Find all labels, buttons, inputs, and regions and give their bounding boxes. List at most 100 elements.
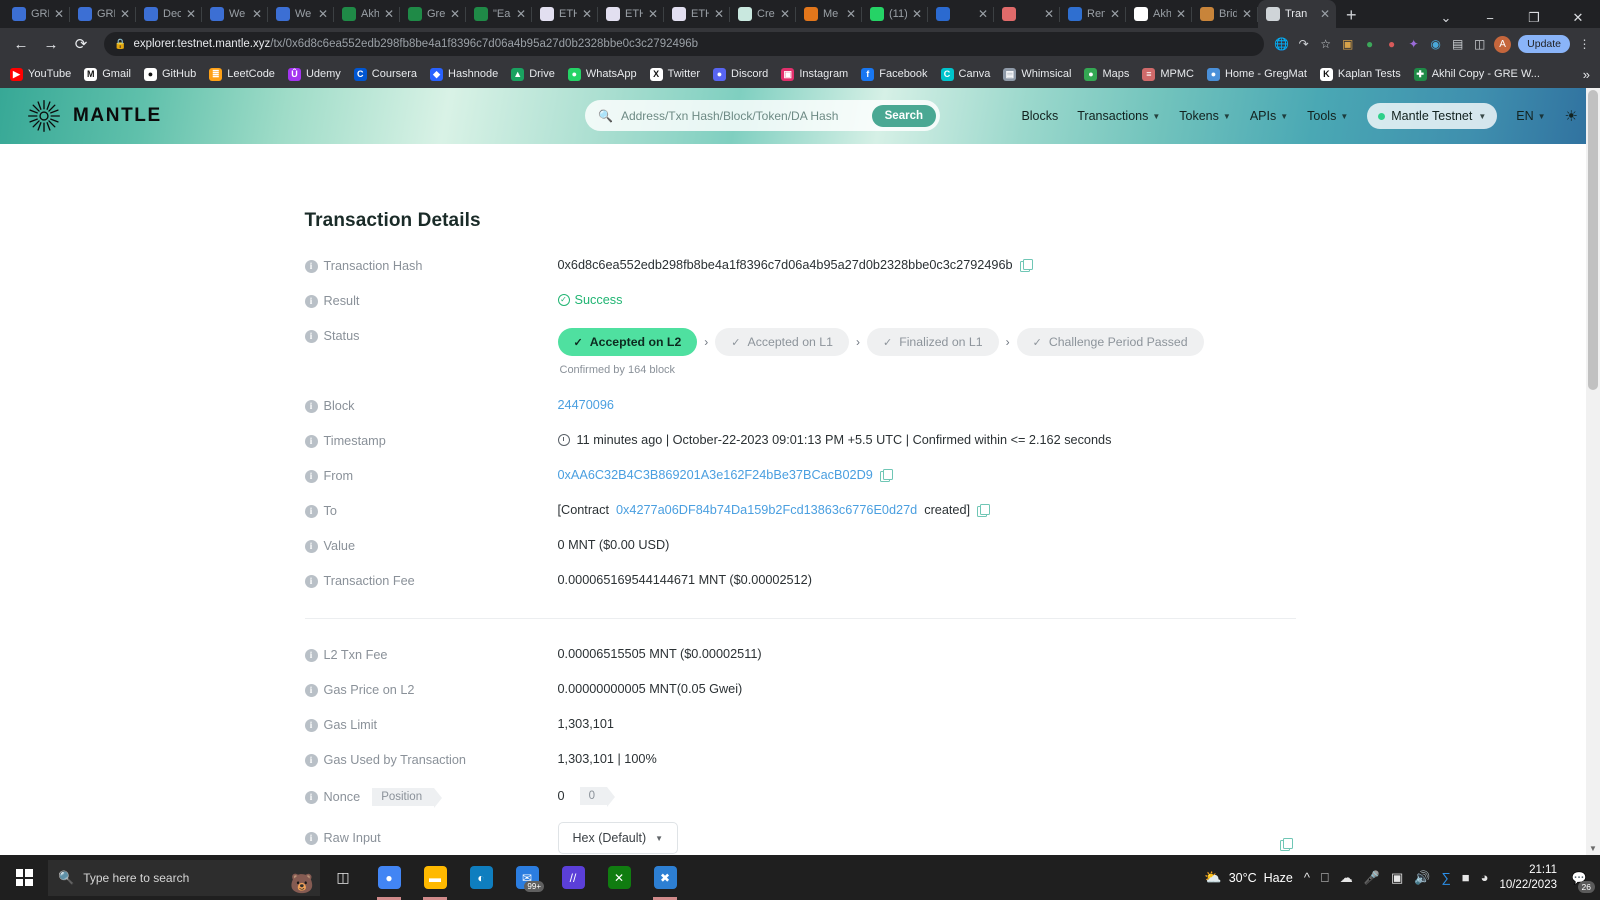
mail-icon[interactable]: ✉ 99+ — [504, 855, 550, 900]
chevron-up-icon[interactable]: ^ — [1304, 870, 1310, 885]
tab-close-icon[interactable]: ✕ — [582, 8, 592, 20]
bookmark-item[interactable]: X Twitter — [649, 67, 700, 81]
taskbar-clock[interactable]: 21:11 10/22/2023 — [1499, 863, 1557, 893]
sidebar-icon[interactable]: ◫ — [1472, 37, 1487, 52]
info-icon[interactable]: i — [304, 469, 318, 483]
language-selector[interactable]: EN ▼ — [1516, 109, 1545, 123]
info-icon[interactable]: i — [304, 683, 318, 697]
weather-widget[interactable]: ⛅ 30°C Haze — [1204, 869, 1293, 886]
info-icon[interactable]: i — [304, 574, 318, 588]
page-scroll-down-arrow[interactable]: ▼ — [1589, 844, 1597, 853]
network-selector[interactable]: Mantle Testnet ▼ — [1367, 103, 1498, 129]
metamask-icon[interactable]: ● — [1384, 37, 1399, 52]
microphone-icon[interactable]: 🎤 — [1364, 870, 1380, 886]
page-scrollbar[interactable]: ▼ — [1586, 88, 1600, 855]
search-button[interactable]: Search — [871, 104, 936, 127]
tab-close-icon[interactable]: ✕ — [846, 8, 856, 20]
tab-close-icon[interactable]: ✕ — [186, 8, 196, 20]
address-bar[interactable]: 🔒 explorer.testnet.mantle.xyz/tx/0x6d8c6… — [104, 32, 1265, 56]
start-button[interactable] — [0, 869, 48, 886]
from-address-link[interactable]: 0xAA6C32B4C3B869201A3e162F24bBe37BCacB02… — [558, 468, 873, 482]
vs-icon[interactable]: // — [550, 855, 596, 900]
browser-tab[interactable]: Tran ✕ — [1258, 0, 1336, 28]
back-button[interactable]: ← — [8, 36, 34, 53]
battery-icon[interactable]: ■ — [1462, 870, 1470, 885]
bookmark-item[interactable]: f Facebook — [861, 67, 928, 81]
taskbar-search-input[interactable]: Type here to search — [83, 871, 189, 885]
bookmark-item[interactable]: ◆ Hashnode — [430, 67, 498, 81]
reload-button[interactable]: ⟳ — [68, 35, 94, 53]
window-close-button[interactable]: ✕ — [1556, 10, 1600, 26]
bookmark-item[interactable]: ▲ Drive — [511, 67, 555, 81]
hex-format-dropdown[interactable]: Hex (Default) ▼ — [557, 822, 679, 854]
browser-tab[interactable]: Gre ✕ — [400, 0, 466, 28]
edge-icon[interactable]: ◐ — [458, 855, 504, 900]
bookmark-item[interactable]: ● Discord — [713, 67, 768, 81]
browser-tab[interactable]: ETH ✕ — [532, 0, 598, 28]
browser-tab[interactable]: Me ✕ — [796, 0, 862, 28]
cloud-icon[interactable]: ☁ — [1340, 870, 1353, 886]
browser-tab[interactable]: ✕ — [928, 0, 994, 28]
site-search[interactable]: 🔍 Address/Txn Hash/Block/Token/DA Hash S… — [585, 100, 940, 131]
bookmark-item[interactable]: ● Maps — [1084, 67, 1129, 81]
browser-tab[interactable]: GRE ✕ — [4, 0, 70, 28]
extensions-puzzle-icon[interactable]: ▣ — [1340, 37, 1355, 52]
browser-tab[interactable]: Brid ✕ — [1192, 0, 1258, 28]
copy-icon[interactable] — [977, 504, 991, 517]
xbox-icon[interactable]: ✕ — [596, 855, 642, 900]
tab-close-icon[interactable]: ✕ — [912, 8, 922, 20]
copy-icon[interactable] — [1019, 259, 1033, 272]
info-icon[interactable]: i — [304, 790, 318, 804]
browser-tab[interactable]: ETH ✕ — [598, 0, 664, 28]
tab-close-icon[interactable]: ✕ — [54, 8, 64, 20]
notification-icon[interactable]: 💬 26 — [1568, 867, 1595, 893]
tab-close-icon[interactable]: ✕ — [450, 8, 460, 20]
browser-tab[interactable]: We ✕ — [268, 0, 334, 28]
to-contract-link[interactable]: 0x4277a06DF84b74Da159b2Fcd13863c6776E0d2… — [616, 503, 917, 517]
browser-tab[interactable]: Rem ✕ — [1060, 0, 1126, 28]
note-icon[interactable]: ▤ — [1450, 37, 1465, 52]
profile-avatar[interactable]: A — [1494, 35, 1512, 53]
wifi-icon[interactable]: ◕ — [1481, 870, 1489, 885]
vscode-icon[interactable]: ✖ — [642, 855, 688, 900]
bookmark-item[interactable]: ▶ YouTube — [10, 67, 71, 81]
tab-close-icon[interactable]: ✕ — [780, 8, 790, 20]
tab-close-icon[interactable]: ✕ — [1176, 8, 1186, 20]
onedrive-camera-icon[interactable]: ⎕ — [1321, 870, 1329, 886]
copy-icon[interactable] — [1279, 838, 1293, 851]
block-link[interactable]: 24470096 — [558, 398, 614, 412]
browser-tab[interactable]: Akh ✕ — [1126, 0, 1192, 28]
browser-tab[interactable]: Cre ✕ — [730, 0, 796, 28]
bookmark-item[interactable]: Û Udemy — [287, 67, 341, 81]
bookmark-item[interactable]: ● Home - GregMat — [1206, 67, 1307, 81]
browser-tab[interactable]: ETH ✕ — [664, 0, 730, 28]
browser-tab[interactable]: Dec ✕ — [136, 0, 202, 28]
browser-tab[interactable]: (11) ✕ — [862, 0, 928, 28]
browser-tab[interactable]: ✕ — [994, 0, 1060, 28]
tab-close-icon[interactable]: ✕ — [252, 8, 262, 20]
shield-icon[interactable]: ● — [1362, 37, 1377, 52]
bookmark-item[interactable]: M Gmail — [84, 67, 131, 81]
browser-tab[interactable]: We ✕ — [202, 0, 268, 28]
bookmark-item[interactable]: ≣ LeetCode — [209, 67, 275, 81]
bookmark-star-icon[interactable]: ☆ — [1318, 37, 1333, 52]
info-icon[interactable]: i — [304, 648, 318, 662]
sun-icon[interactable]: ☀ — [1565, 107, 1578, 125]
bookmark-item[interactable]: ≡ MPMC — [1142, 67, 1194, 81]
info-icon[interactable]: i — [304, 539, 318, 553]
info-icon[interactable]: i — [304, 329, 318, 343]
task-view-icon[interactable]: ◫ — [320, 855, 366, 900]
browser-tab[interactable]: Akh ✕ — [334, 0, 400, 28]
info-icon[interactable]: i — [304, 753, 318, 767]
info-icon[interactable]: i — [304, 434, 318, 448]
bookmark-item[interactable]: ✚ Akhil Copy - GRE W... — [1413, 67, 1540, 81]
new-tab-button[interactable]: + — [1346, 6, 1357, 24]
bookmark-item[interactable]: ● GitHub — [143, 67, 196, 81]
bluetooth-icon[interactable]: ∑ — [1441, 870, 1450, 885]
tab-close-icon[interactable]: ✕ — [978, 8, 988, 20]
tab-close-icon[interactable]: ✕ — [1242, 8, 1252, 20]
tab-close-icon[interactable]: ✕ — [384, 8, 394, 20]
tab-close-icon[interactable]: ✕ — [648, 8, 658, 20]
bookmark-item[interactable]: ● WhatsApp — [567, 67, 637, 81]
tab-close-icon[interactable]: ✕ — [120, 8, 130, 20]
